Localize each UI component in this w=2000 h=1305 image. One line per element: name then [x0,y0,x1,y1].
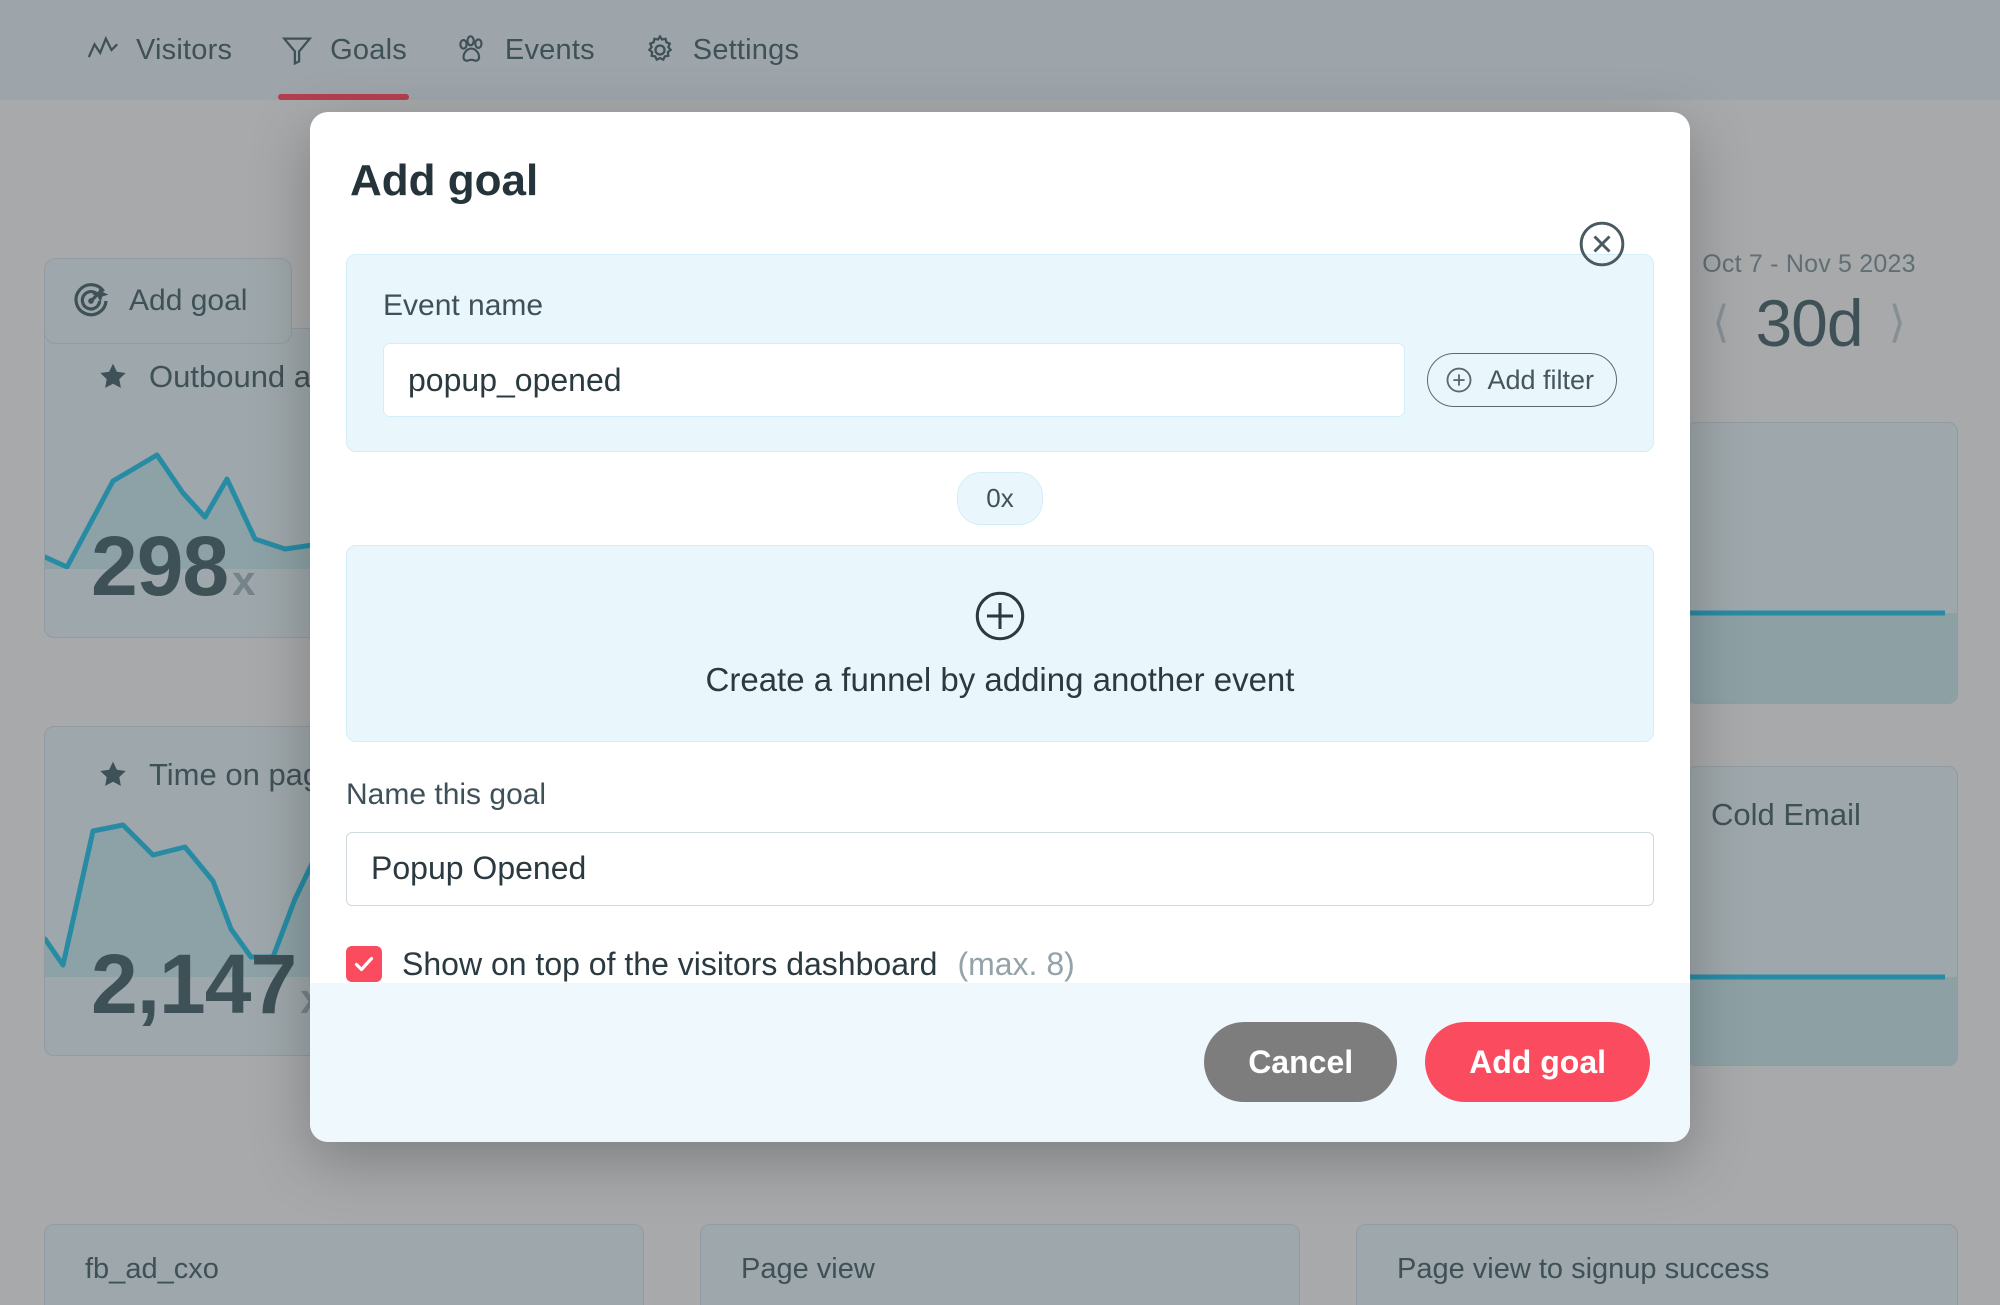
modal-title: Add goal [350,156,539,205]
create-funnel-button[interactable]: Create a funnel by adding another event [346,545,1654,742]
add-filter-label: Add filter [1487,364,1594,395]
show-on-dashboard-hint: (max. 8) [957,945,1075,982]
show-on-dashboard-checkbox[interactable] [346,946,382,983]
modal-footer: Cancel Add goal [310,982,1690,1142]
add-goal-modal: Add goal Event name popup_opened Add fil… [310,112,1690,1142]
event-count-wrap: 0x [310,472,1690,525]
plus-circle-icon [1447,367,1472,393]
submit-add-goal-button[interactable]: Add goal [1425,1022,1650,1103]
event-name-input[interactable]: popup_opened [383,343,1406,417]
cancel-button[interactable]: Cancel [1204,1022,1398,1103]
event-section: Event name popup_opened Add filter [346,221,1654,452]
app-root: Outbound a 298 x Time on pag 2,147 Cold … [0,0,2000,1305]
close-circle-icon[interactable] [1577,219,1627,269]
plus-circle-icon [975,592,1025,641]
event-count-badge: 0x [957,472,1043,525]
event-name-label: Event name [383,289,544,322]
goal-name-label: Name this goal [346,777,547,811]
show-on-dashboard-row[interactable]: Show on top of the visitors dashboard (m… [346,946,1690,983]
goal-name-section: Name this goal Popup Opened [346,778,1654,906]
add-filter-button[interactable]: Add filter [1427,353,1617,407]
show-on-dashboard-label: Show on top of the visitors dashboard [402,945,938,982]
create-funnel-label: Create a funnel by adding another event [705,661,1295,699]
check-icon [354,957,374,972]
goal-name-input[interactable]: Popup Opened [346,831,1654,906]
